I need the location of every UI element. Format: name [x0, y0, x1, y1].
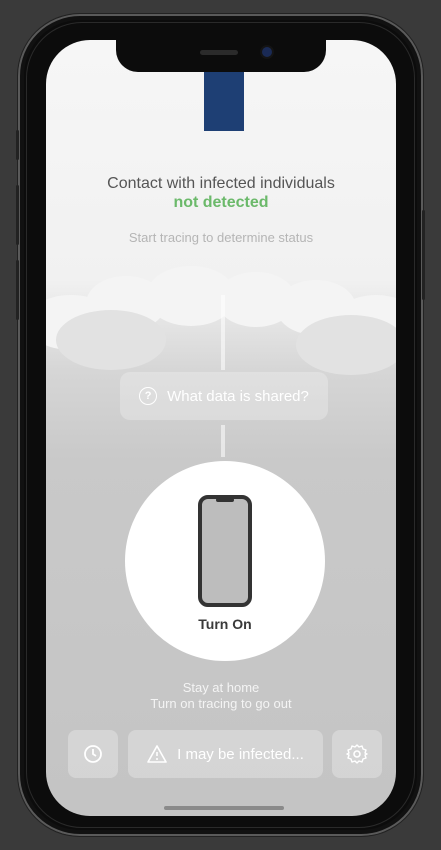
- warning-icon: [147, 745, 167, 763]
- settings-button[interactable]: [332, 730, 382, 778]
- side-button: [422, 210, 425, 300]
- speaker: [200, 50, 238, 55]
- app-screen: Contact with infected individuals not de…: [46, 40, 396, 816]
- connector-line: [221, 295, 225, 370]
- status-value: not detected: [173, 194, 269, 211]
- flag-banner: [204, 70, 244, 131]
- data-shared-button[interactable]: ? What data is shared?: [120, 372, 328, 420]
- home-indicator: [164, 806, 284, 810]
- history-button[interactable]: [68, 730, 118, 778]
- phone-icon: [198, 495, 252, 607]
- data-shared-label: What data is shared?: [167, 387, 309, 405]
- connector-line: [221, 425, 225, 457]
- turn-on-label: Turn On: [198, 616, 252, 632]
- side-button: [16, 260, 19, 320]
- turn-on-button[interactable]: Turn On: [125, 461, 325, 661]
- infected-button[interactable]: I may be infected...: [128, 730, 323, 778]
- status-hint: Start tracing to determine status: [128, 230, 314, 245]
- side-button: [16, 130, 19, 160]
- camera: [262, 47, 272, 57]
- clock-icon: [84, 745, 102, 763]
- gear-icon: [346, 744, 368, 764]
- hint-turn-on-tracing: Turn on tracing to go out: [150, 696, 292, 711]
- side-button: [16, 185, 19, 245]
- question-icon: ?: [139, 387, 158, 405]
- hint-stay-home: Stay at home: [182, 680, 260, 695]
- notch: [116, 40, 326, 72]
- infected-label: I may be infected...: [177, 745, 304, 763]
- cloud: [56, 310, 166, 370]
- cloud: [296, 315, 396, 375]
- status-title: Contact with infected individuals: [107, 175, 335, 192]
